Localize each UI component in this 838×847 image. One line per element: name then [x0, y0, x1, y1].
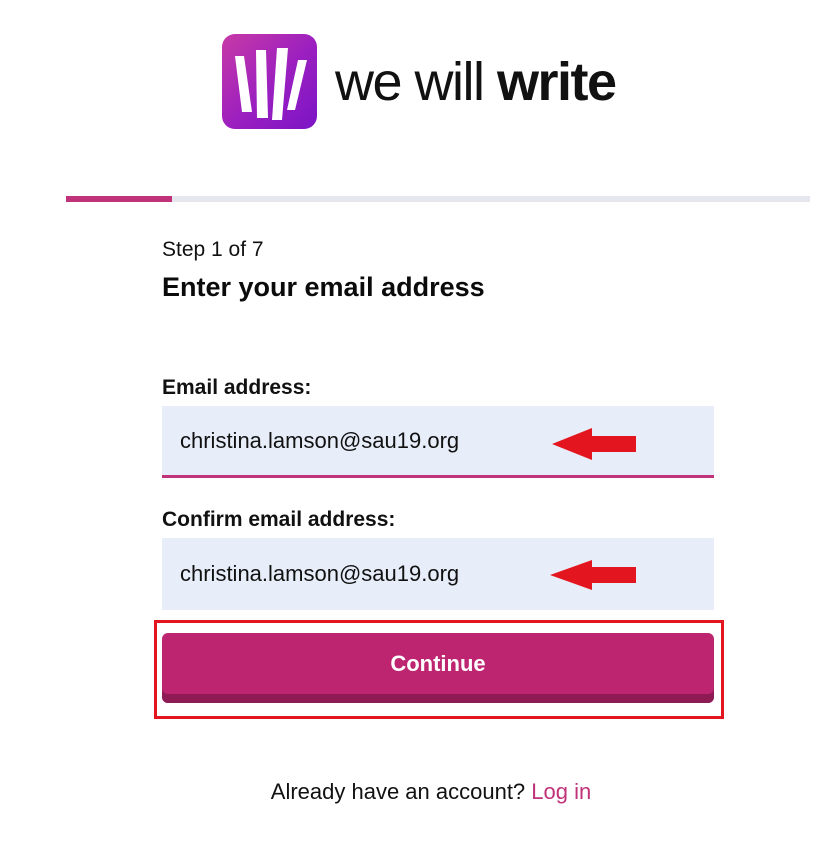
progress-bar-fill	[66, 196, 173, 202]
annotation-arrow-icon	[550, 560, 636, 590]
email-input[interactable]	[180, 427, 540, 454]
email-label: Email address:	[162, 376, 312, 399]
confirm-email-label: Confirm email address:	[162, 508, 396, 531]
step-indicator: Step 1 of 7	[162, 238, 264, 261]
progress-bar	[66, 196, 810, 202]
login-prompt-text: Already have an account?	[270, 779, 532, 804]
login-prompt: Already have an account? Log in	[0, 779, 838, 805]
brand-name-bold: write	[497, 51, 617, 112]
continue-button[interactable]: Continue	[162, 633, 714, 703]
brand-logo[interactable]: we will write	[222, 34, 617, 129]
brand-wordmark: we will write	[335, 51, 617, 112]
login-link[interactable]: Log in	[531, 779, 591, 804]
confirm-email-input[interactable]	[180, 561, 540, 587]
page-title: Enter your email address	[162, 272, 485, 302]
annotation-arrow-icon	[552, 428, 636, 460]
brand-name-light: we will	[335, 51, 498, 112]
wwr-hand-logo-icon	[222, 34, 317, 129]
